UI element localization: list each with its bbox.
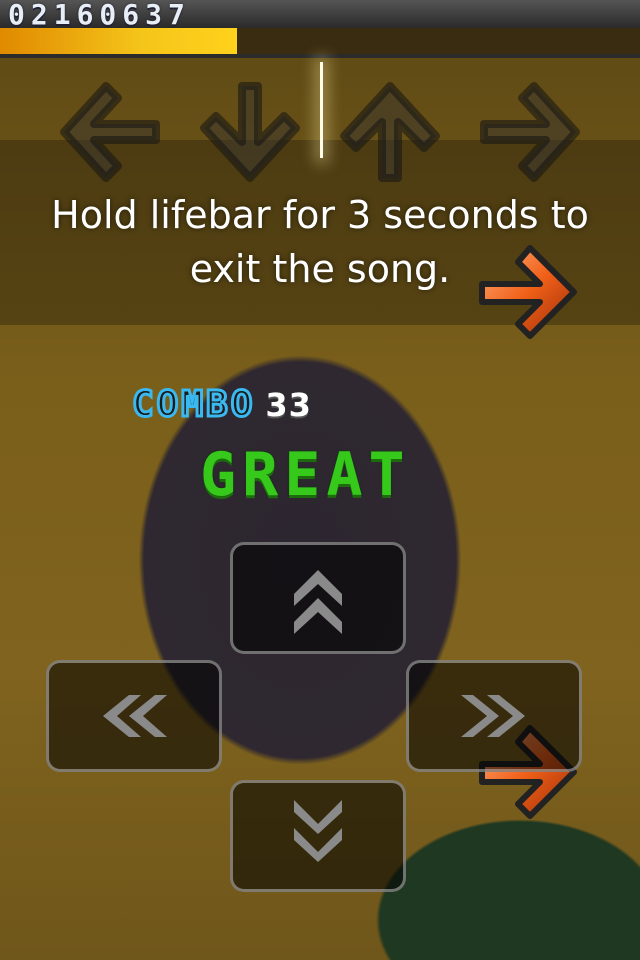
beat-flash [320,62,323,158]
pad-down-button[interactable] [230,780,406,892]
exit-hint-line2: exit the song. [189,247,451,291]
exit-hint: Hold lifebar for 3 seconds to exit the s… [0,188,640,296]
combo-label: COMBO [130,383,256,427]
judgment-text: GREAT [200,440,411,510]
score-bar: 02160637 [0,0,640,31]
down-arrow-icon [190,72,310,192]
double-chevron-right-icon [461,695,525,737]
lifebar[interactable] [0,28,640,58]
pad-right-button[interactable] [406,660,582,772]
exit-hint-line1: Hold lifebar for 3 seconds to [51,193,589,237]
pad-left-button[interactable] [46,660,222,772]
left-arrow-icon [50,72,170,192]
pad-up-button[interactable] [230,542,406,654]
right-arrow-icon [470,72,590,192]
double-chevron-up-icon [294,570,342,634]
double-chevron-left-icon [103,695,167,737]
combo-count: 33 [265,385,312,424]
double-chevron-down-icon [294,800,342,862]
lifebar-fill [0,28,237,54]
up-arrow-icon [330,72,450,192]
song-background: 02160637 Hold lifebar for 3 seconds to e… [0,0,640,960]
score-counter: 02160637 [8,0,191,31]
combo-display: COMBO 33 [130,383,312,427]
